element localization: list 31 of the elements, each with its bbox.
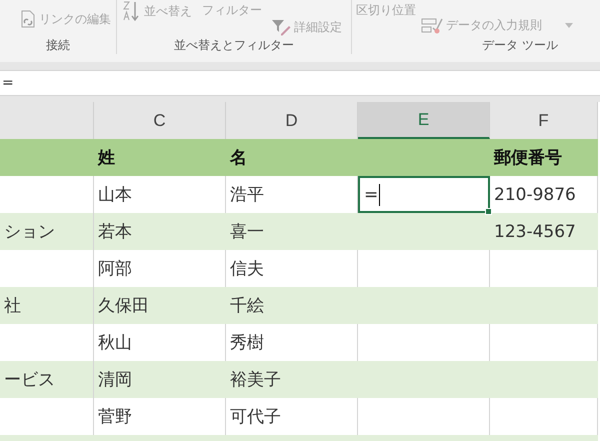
column-header[interactable]: D: [226, 102, 358, 139]
table-cell-text: 久保田: [97, 295, 150, 318]
filter-pencil-icon: [271, 18, 291, 36]
group-label: 並べ替えとフィルター: [173, 37, 295, 54]
header-cell-text: 姓: [96, 147, 116, 170]
header-cell-text: 名: [228, 147, 248, 170]
column-header[interactable]: F: [490, 102, 598, 139]
caret-icon: [565, 22, 573, 28]
ribbon-command[interactable]: 詳細設定: [271, 18, 342, 36]
formula-bar[interactable]: =: [0, 70, 600, 96]
ribbon-command[interactable]: データの入力規則: [421, 15, 573, 35]
formula-text: =: [2, 75, 14, 91]
sort-icon: [121, 0, 141, 22]
column-header[interactable]: E: [358, 102, 490, 139]
active-cell[interactable]: =: [358, 176, 490, 213]
ribbon-command[interactable]: 区切り位置: [356, 2, 416, 19]
table-cell-text: 清岡: [97, 369, 133, 392]
table-cell-text: 123-4567: [493, 220, 577, 244]
group-label: データ ツール: [481, 37, 559, 54]
header-cell-text: 郵便番号: [492, 147, 563, 170]
table-cell-text: 千絵: [229, 295, 265, 318]
table-cell-text: 裕美子: [229, 369, 282, 392]
ribbon-command[interactable]: 並べ替え: [121, 0, 192, 22]
link-document-icon: [20, 10, 36, 28]
ribbon-command[interactable]: リンクの編集: [20, 10, 111, 28]
fill-handle[interactable]: [485, 208, 492, 215]
column-header[interactable]: C: [94, 102, 226, 139]
table-cell-text: 若本: [97, 221, 133, 244]
group-label: 接続: [45, 37, 71, 54]
ribbon-command[interactable]: フィルター: [202, 2, 262, 19]
table-cell-text: 喜一: [229, 221, 265, 244]
